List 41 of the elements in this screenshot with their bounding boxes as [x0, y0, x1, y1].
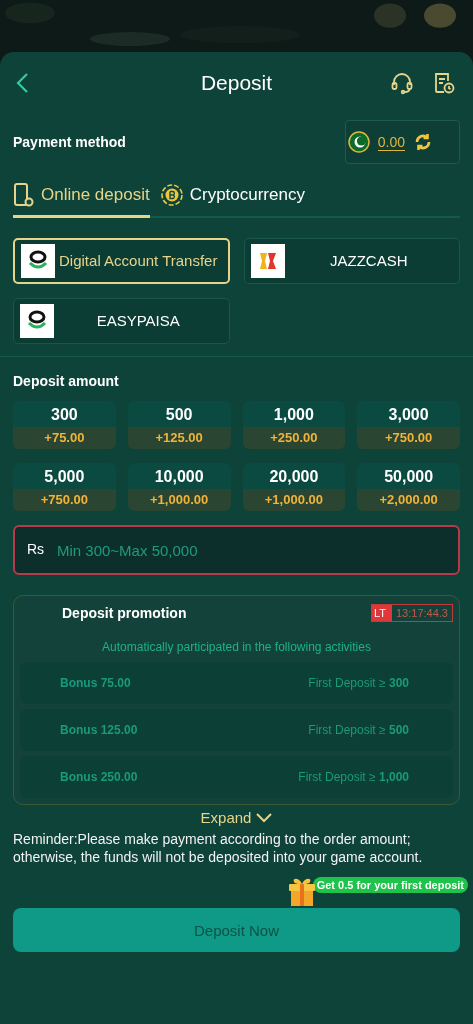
condition-text: First Deposit ≥ 500 [308, 723, 409, 737]
tab[interactable]: Online deposit [13, 178, 150, 218]
history-icon[interactable] [432, 71, 456, 95]
promotion-subtitle: Automatically participated in the following activities [101, 640, 372, 654]
promo-badge: Get 0.5 for your first deposit [312, 877, 468, 893]
back-icon[interactable] [15, 72, 29, 94]
amount-option[interactable]: 5,000 +750.00 [13, 463, 116, 511]
amount-option[interactable]: 1,000 +250.00 [242, 401, 346, 449]
bonus-text: Bonus 125.00 [60, 723, 138, 737]
section-label: Payment method [13, 134, 126, 150]
amount-option[interactable]: 500 +125.00 [127, 401, 231, 449]
flag-icon [347, 131, 370, 153]
refresh-icon[interactable] [413, 132, 433, 152]
expand-button[interactable]: Expand [200, 809, 273, 826]
chevron-icon [256, 812, 273, 823]
condition-text: First Deposit ≥ 1,000 [298, 770, 409, 784]
headset-icon[interactable] [390, 71, 414, 95]
amount-option[interactable]: 20,000 +1,000.00 [242, 463, 346, 511]
logo-icon [250, 244, 285, 278]
amount-option[interactable]: 300 +75.00 [13, 401, 116, 449]
page-title: Deposit [200, 71, 273, 95]
bonus-text: Bonus 250.00 [60, 770, 138, 784]
payment-option[interactable]: EASYPAISA [13, 298, 230, 344]
phone-icon [13, 182, 35, 208]
logo-icon [21, 244, 55, 278]
condition-text: First Deposit ≥ 300 [308, 676, 409, 690]
promotion-title: Deposit promotion [62, 605, 187, 621]
tab[interactable]: Cryptocurrency [159, 178, 305, 218]
payment-option[interactable]: JAZZCASH [243, 238, 460, 284]
logo-icon [20, 304, 54, 338]
bonus-text: Bonus 75.00 [60, 676, 131, 690]
payment-option[interactable]: Digital Account Transfer [13, 238, 230, 284]
amount-option[interactable]: 3,000 +750.00 [357, 401, 460, 449]
amount-option[interactable]: 10,000 +1,000.00 [127, 463, 231, 511]
reminder-text: Reminder:Please make payment according to the order amount; otherwise, the funds will not be deposited into your game account. [13, 830, 424, 866]
currency-label: Rs [27, 541, 45, 557]
coin-icon [159, 183, 184, 207]
section-label: Deposit amount [13, 373, 120, 389]
amount-option[interactable]: 50,000 +2,000.00 [357, 463, 460, 511]
balance-amount: 0.00 [377, 133, 405, 151]
timer-badge: LT 13:17:44.3 [370, 604, 453, 622]
